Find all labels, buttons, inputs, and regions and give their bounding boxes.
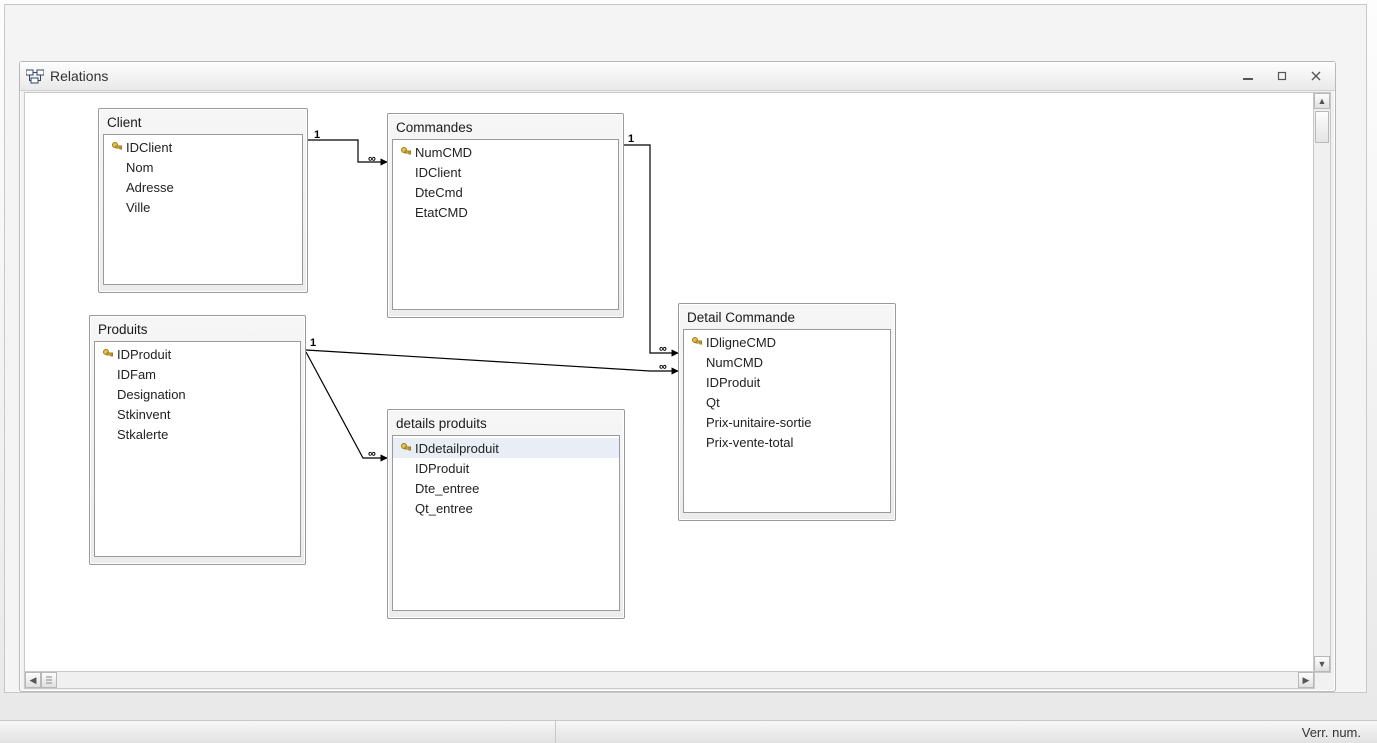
app-outer-frame: Relations <box>4 4 1367 693</box>
relations-canvas[interactable]: 1 ∞ 1 ∞ 1 ∞ ∞ Client IDClient Nom Adress… <box>24 92 1315 673</box>
field-label: IDProduit <box>706 375 760 390</box>
field-label: IDligneCMD <box>706 335 776 350</box>
field-client-idclient[interactable]: IDClient <box>104 137 302 157</box>
card-commandes-1: 1 <box>628 133 634 145</box>
vertical-scrollbar[interactable]: ▲ ▼ <box>1313 92 1331 673</box>
field-label: IDClient <box>415 165 461 180</box>
statusbar-divider <box>555 721 556 743</box>
entity-commandes-title: Commandes <box>392 118 619 139</box>
field-produits-stkalerte[interactable]: Stkalerte <box>95 424 300 444</box>
field-label: Stkinvent <box>117 407 170 422</box>
scroll-up-button[interactable]: ▲ <box>1314 93 1330 109</box>
field-detailsprod-qtentree[interactable]: Qt_entree <box>393 498 619 518</box>
field-label: IDProduit <box>415 461 469 476</box>
field-produits-designation[interactable]: Designation <box>95 384 300 404</box>
field-produits-idfam[interactable]: IDFam <box>95 364 300 384</box>
field-label: Prix-unitaire-sortie <box>706 415 811 430</box>
field-label: Dte_entree <box>415 481 479 496</box>
field-produits-stkinvent[interactable]: Stkinvent <box>95 404 300 424</box>
field-detailcmd-idproduit[interactable]: IDProduit <box>684 372 890 392</box>
minimize-button[interactable] <box>1235 67 1261 85</box>
field-label: Qt_entree <box>415 501 473 516</box>
field-label: Nom <box>126 160 153 175</box>
card-detailcmd-inf-1: ∞ <box>659 343 667 355</box>
card-detailsprod-inf: ∞ <box>368 448 376 460</box>
field-detailsprod-dteentree[interactable]: Dte_entree <box>393 478 619 498</box>
card-produits-1a: 1 <box>310 337 316 349</box>
entity-commandes[interactable]: Commandes NumCMD IDClient DteCmd EtatCMD <box>387 113 624 318</box>
field-label: Prix-vente-total <box>706 435 793 450</box>
field-client-nom[interactable]: Nom <box>104 157 302 177</box>
field-label: EtatCMD <box>415 205 468 220</box>
entity-detail-commande[interactable]: Detail Commande IDligneCMD NumCMD IDProd… <box>678 303 896 521</box>
field-commandes-dtecmd[interactable]: DteCmd <box>393 182 618 202</box>
field-commandes-etatcmd[interactable]: EtatCMD <box>393 202 618 222</box>
field-label: IDProduit <box>117 347 171 362</box>
field-label: IDClient <box>126 140 172 155</box>
scroll-track-grip[interactable] <box>41 672 57 688</box>
field-label: NumCMD <box>706 355 763 370</box>
field-label: Designation <box>117 387 186 402</box>
field-client-ville[interactable]: Ville <box>104 197 302 217</box>
relations-window: Relations <box>19 61 1336 692</box>
field-label: Ville <box>126 200 150 215</box>
scroll-right-button[interactable]: ▶ <box>1298 672 1314 688</box>
scroll-left-button[interactable]: ◀ <box>25 672 41 688</box>
card-commandes-inf: ∞ <box>368 153 376 165</box>
relations-icon <box>26 68 44 84</box>
field-detailcmd-qt[interactable]: Qt <box>684 392 890 412</box>
field-label: IDFam <box>117 367 156 382</box>
close-button[interactable] <box>1303 67 1329 85</box>
field-detailcmd-prixtotal[interactable]: Prix-vente-total <box>684 432 890 452</box>
status-bar: Verr. num. <box>0 720 1377 743</box>
field-commandes-numcmd[interactable]: NumCMD <box>393 142 618 162</box>
field-label: NumCMD <box>415 145 472 160</box>
card-detailcmd-inf-2: ∞ <box>659 361 667 373</box>
horizontal-scrollbar[interactable]: ◀ ▶ <box>24 671 1315 689</box>
entity-produits-title: Produits <box>94 320 301 341</box>
status-numlock: Verr. num. <box>1302 725 1361 740</box>
scroll-thumb-v[interactable] <box>1315 111 1329 143</box>
field-label: DteCmd <box>415 185 463 200</box>
entity-client-title: Client <box>103 113 303 134</box>
field-label: Adresse <box>126 180 174 195</box>
field-commandes-idclient[interactable]: IDClient <box>393 162 618 182</box>
entity-produits[interactable]: Produits IDProduit IDFam Designation Stk… <box>89 315 306 565</box>
relations-titlebar[interactable]: Relations <box>20 62 1335 91</box>
field-detailsprod-idproduit[interactable]: IDProduit <box>393 458 619 478</box>
field-label: IDdetailproduit <box>415 441 499 456</box>
field-label: Stkalerte <box>117 427 168 442</box>
entity-details-produits-title: details produits <box>392 414 620 435</box>
relations-title: Relations <box>50 68 1227 84</box>
field-detailcmd-prixunitaire[interactable]: Prix-unitaire-sortie <box>684 412 890 432</box>
entity-client[interactable]: Client IDClient Nom Adresse Ville <box>98 108 308 293</box>
field-detailcmd-numcmd[interactable]: NumCMD <box>684 352 890 372</box>
card-client-1: 1 <box>314 129 320 141</box>
field-client-adresse[interactable]: Adresse <box>104 177 302 197</box>
scroll-down-button[interactable]: ▼ <box>1314 656 1330 672</box>
field-produits-idproduit[interactable]: IDProduit <box>95 344 300 364</box>
field-detailcmd-idlignecmd[interactable]: IDligneCMD <box>684 332 890 352</box>
field-label: Qt <box>706 395 720 410</box>
field-detailsprod-iddetailproduit[interactable]: IDdetailproduit <box>393 438 619 458</box>
restore-button[interactable] <box>1269 67 1295 85</box>
entity-details-produits[interactable]: details produits IDdetailproduit IDProdu… <box>387 409 625 619</box>
entity-detail-commande-title: Detail Commande <box>683 308 891 329</box>
